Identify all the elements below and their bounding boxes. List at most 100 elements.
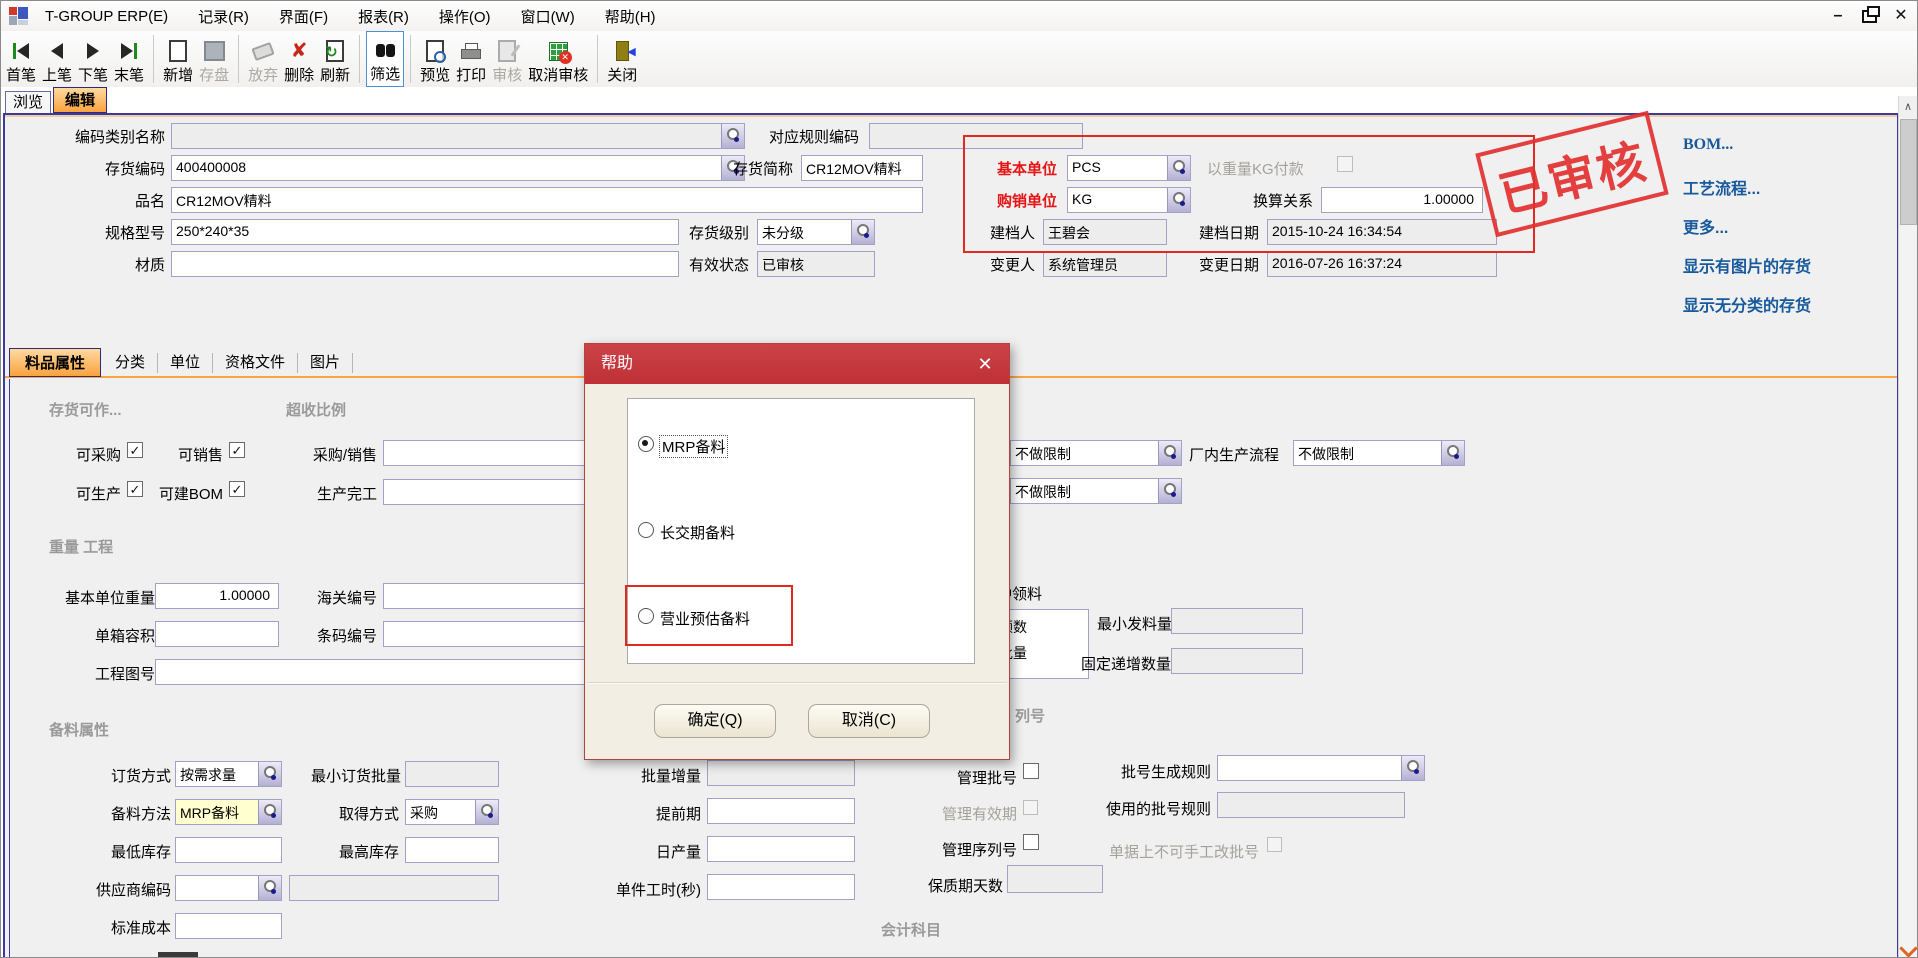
link-bom[interactable]: BOM... [1683,136,1733,154]
dialog-option-longlead-label[interactable]: 长交期备料 [660,522,735,543]
lead-time-field[interactable] [707,798,855,824]
lookup-icon[interactable] [1158,441,1181,465]
audit-icon [498,38,516,64]
tab-browse[interactable]: 浏览 [5,91,51,113]
close-button[interactable]: ✕ [1891,7,1911,25]
scroll-up-icon[interactable]: ∧ [1899,96,1917,118]
lookup-icon[interactable] [258,762,281,786]
menu-item-report[interactable]: 报表(R) [358,6,409,27]
minimize-button[interactable]: – [1828,7,1848,25]
new-button[interactable]: 新增 [160,31,196,87]
prev-record-button[interactable]: 上笔 [39,31,75,87]
menu-item-interface[interactable]: 界面(F) [279,6,328,27]
inv-level-field[interactable]: 未分级 [757,219,875,245]
factory-flow-field[interactable]: 不做限制 [1293,440,1465,466]
drawing-field[interactable] [155,659,597,685]
restore-button[interactable] [1862,10,1877,23]
base-unit-field[interactable]: PCS [1067,155,1191,181]
next-record-button[interactable]: 下笔 [75,31,111,87]
max-stock-field[interactable] [405,837,499,863]
lookup-icon[interactable] [1158,479,1181,503]
subtab-category[interactable]: 分类 [103,353,158,373]
acquire-mode-field[interactable]: 采购 [405,799,499,825]
change-date-field: 2016-07-26 16:37:24 [1267,251,1497,277]
link-process-flow[interactable]: 工艺流程... [1683,175,1760,199]
material-field[interactable] [171,251,679,277]
dialog-close-icon[interactable]: ✕ [973,352,997,376]
close-form-button[interactable]: ◀ 关闭 [604,31,640,87]
lookup-icon[interactable] [1167,156,1190,180]
dialog-titlebar[interactable]: 帮助 [585,344,1009,384]
box-volume-field[interactable] [155,621,279,647]
dialog-option-mrp-label[interactable]: MRP备料 [660,436,727,457]
link-show-with-images[interactable]: 显示有图片的存货 [1683,253,1811,277]
last-record-button[interactable]: 末笔 [111,31,147,87]
dialog-ok-button[interactable]: 确定(Q) [654,704,776,738]
supplier-field[interactable] [175,875,282,901]
po-sale-ratio-field[interactable] [383,440,595,466]
subtab-qualification[interactable]: 资格文件 [213,353,298,373]
menu-item-record[interactable]: 记录(R) [198,6,249,27]
cancel-audit-button[interactable]: ✕ 取消审核 [525,31,591,87]
lookup-icon[interactable] [851,220,874,244]
can-produce-checkbox[interactable]: ✓ [127,481,143,497]
subtab-unit[interactable]: 单位 [158,353,213,373]
spec-field[interactable]: 250*240*35 [171,219,679,245]
menu-item-operate[interactable]: 操作(O) [439,6,491,27]
restriction-field-1[interactable]: 不做限制 [1010,440,1182,466]
lookup-icon[interactable] [1441,441,1464,465]
manage-serial-checkbox[interactable] [1023,834,1039,850]
menu-item-tgroup[interactable]: T-GROUP ERP(E) [45,8,168,25]
restriction-field-2[interactable]: 不做限制 [1010,478,1182,504]
can-bom-checkbox[interactable]: ✓ [229,481,245,497]
lookup-icon[interactable] [258,800,281,824]
kg-pay-checkbox [1337,156,1353,172]
lookup-icon[interactable] [721,124,744,148]
std-cost-field[interactable] [175,913,282,939]
dialog-radio-longlead[interactable] [638,522,654,538]
subtab-image[interactable]: 图片 [298,353,353,373]
link-show-unclassified[interactable]: 显示无分类的存货 [1683,292,1811,316]
can-buy-checkbox[interactable]: ✓ [127,442,143,458]
batch-rule-field[interactable] [1217,755,1425,781]
inv-abbr-field[interactable]: CR12MOV精料 [801,155,923,181]
can-sell-checkbox[interactable]: ✓ [229,442,245,458]
unit-time-field[interactable] [707,874,855,900]
prod-done-ratio-field[interactable] [383,479,595,505]
daily-output-label: 日产量 [645,841,701,862]
dialog-radio-mrp[interactable] [638,436,654,452]
conversion-field[interactable]: 1.00000 [1321,187,1483,213]
lookup-icon[interactable] [475,800,498,824]
vertical-scrollbar[interactable]: ∧ [1898,96,1917,958]
tab-edit[interactable]: 编辑 [53,87,107,113]
trade-unit-field[interactable]: KG [1067,187,1191,213]
lookup-icon[interactable] [258,876,281,900]
product-name-field[interactable]: CR12MOV精料 [171,187,923,213]
print-button[interactable]: 打印 [453,31,489,87]
first-record-button[interactable]: 首笔 [3,31,39,87]
scroll-down-icon[interactable] [1899,939,1917,957]
menu-item-help[interactable]: 帮助(H) [605,6,656,27]
menu-item-window[interactable]: 窗口(W) [521,6,575,27]
unit-weight-field[interactable]: 1.00000 [155,583,279,609]
scrollbar-thumb[interactable] [1900,119,1917,225]
manage-batch-checkbox[interactable] [1023,763,1039,779]
lookup-icon[interactable] [1401,756,1424,780]
order-mode-field[interactable]: 按需求量 [175,761,282,787]
preview-button[interactable]: 预览 [417,31,453,87]
prep-method-field[interactable]: MRP备料 [175,799,282,825]
shelf-days-label: 保质期天数 [925,875,1003,896]
subtab-item-attributes[interactable]: 料品属性 [9,348,101,377]
customs-field[interactable] [383,583,595,609]
daily-output-field[interactable] [707,836,855,862]
inv-code-field[interactable]: 400400008 [171,155,745,181]
lookup-icon[interactable] [1167,188,1190,212]
dialog-cancel-button[interactable]: 取消(C) [808,704,930,738]
barcode-field[interactable] [383,621,595,647]
refresh-button[interactable]: ↻ 刷新 [317,31,353,87]
min-stock-field[interactable] [175,837,282,863]
filter-button[interactable]: 筛选 [366,31,404,87]
code-category-field[interactable] [171,123,745,149]
delete-button[interactable]: ✘ 删除 [281,31,317,87]
link-more[interactable]: 更多... [1683,214,1728,238]
